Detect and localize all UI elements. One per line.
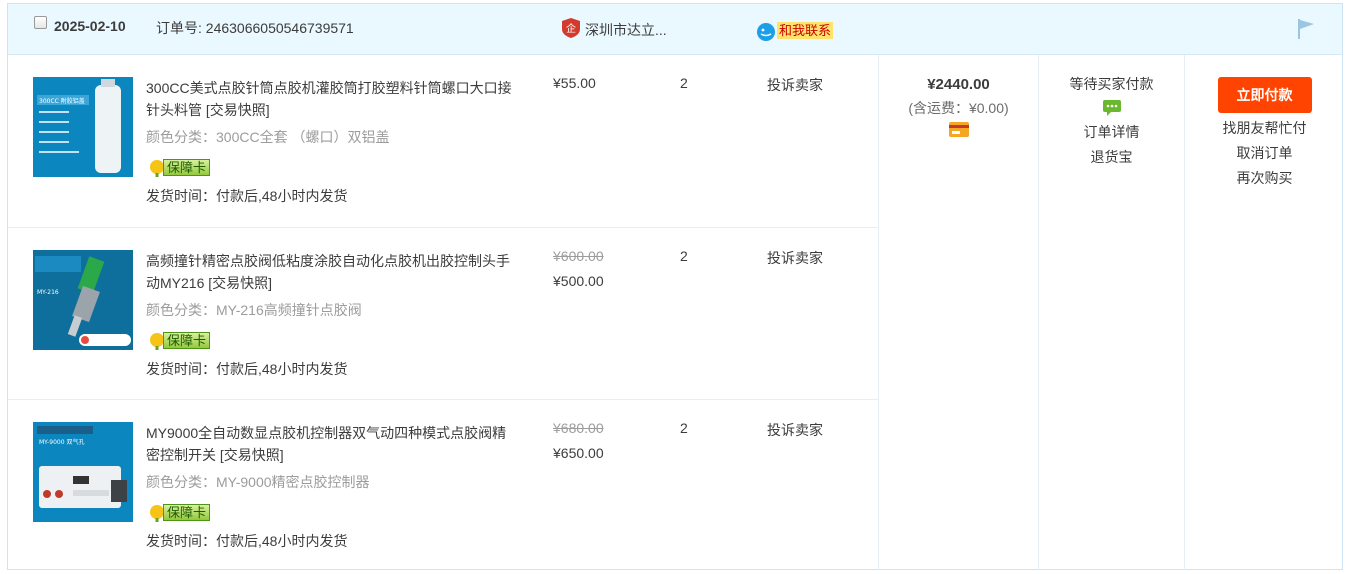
unit-price: ¥500.00 (553, 273, 604, 289)
product-title[interactable]: MY9000全自动数显点胶机控制器双气动四种模式点胶阀精密控制开关 (146, 425, 506, 463)
order-number: 订单号: 2463066050546739571 (156, 18, 354, 38)
order-date: 2025-02-10 (54, 18, 126, 34)
guarantee-badge[interactable]: 保障卡 (148, 158, 211, 177)
order-header: 2025-02-10 订单号: 2463066050546739571 企 深圳… (8, 4, 1342, 55)
product-title[interactable]: 高频撞针精密点胶阀低粘度涂胶自动化点胶机出胶控制头手动MY216 (146, 253, 510, 291)
wangwang-icon[interactable] (756, 21, 776, 41)
order-status-column: 等待买家付款 订单详情 退货宝 (1038, 55, 1184, 570)
product-image[interactable]: MY-216 (33, 250, 133, 350)
product-image[interactable]: 300CC 附胶铝盖 (33, 77, 133, 177)
product-title[interactable]: 300CC美式点胶针筒点胶机灌胶筒打胶塑料针筒螺口大口接针头料管 (146, 80, 512, 118)
ship-time: 发货时间：付款后,48小时内发货 (146, 533, 348, 549)
card-icon[interactable] (948, 122, 969, 137)
rebuy-link[interactable]: 再次购买 (1185, 166, 1344, 191)
ship-time: 发货时间：付款后,48小时内发货 (146, 361, 348, 377)
thumb-label: MY-216 (37, 289, 59, 296)
guarantee-badge[interactable]: 保障卡 (148, 331, 211, 350)
item-row: MY-9000 双气孔 MY9000全自动数显点胶机控制器双气动四种模式点胶阀精… (8, 399, 878, 571)
badge-label: 保障卡 (163, 332, 211, 349)
quantity: 2 (680, 75, 688, 91)
snapshot-link[interactable]: [交易快照] (206, 102, 270, 118)
item-row: 300CC 附胶铝盖 300CC美式点胶针筒点胶机灌胶筒打胶塑料针筒螺口大口接针… (8, 55, 878, 227)
product-image[interactable]: MY-9000 双气孔 (33, 422, 133, 522)
quantity: 2 (680, 248, 688, 264)
unit-price: ¥650.00 (553, 445, 604, 461)
product-title-link[interactable]: 300CC美式点胶针筒点胶机灌胶筒打胶塑料针筒螺口大口接针头料管 [交易快照] (146, 77, 518, 121)
item-row: MY-216 高频撞针精密点胶阀低粘度涂胶自动化点胶机出胶控制头手动MY216 … (8, 227, 878, 399)
contact-seller-button[interactable]: 和我联系 (777, 22, 834, 39)
ship-time: 发货时间：付款后,48小时内发货 (146, 188, 348, 204)
product-title-link[interactable]: MY9000全自动数显点胶机控制器双气动四种模式点胶阀精密控制开关 [交易快照] (146, 422, 518, 466)
sku-text: 颜色分类：300CC全套 （螺口）双铝盖 (146, 129, 390, 145)
sku-text: 颜色分类：MY-9000精密点胶控制器 (146, 474, 370, 490)
shop-icon: 企 (562, 18, 580, 38)
order-action-column: 立即付款 找朋友帮忙付 取消订单 再次购买 (1184, 55, 1344, 570)
quantity: 2 (680, 420, 688, 436)
order-number-label: 订单号: (156, 20, 202, 36)
badge-label: 保障卡 (163, 504, 211, 521)
badge-label: 保障卡 (163, 159, 211, 176)
message-icon[interactable] (1102, 99, 1122, 117)
sku-text: 颜色分类：MY-216高频撞针点胶阀 (146, 302, 362, 318)
complain-seller-link[interactable]: 投诉卖家 (767, 248, 823, 268)
original-price: ¥680.00 (553, 420, 604, 436)
friend-pay-link[interactable]: 找朋友帮忙付 (1185, 116, 1344, 141)
order-status: 等待买家付款 (1069, 76, 1154, 92)
complain-seller-link[interactable]: 投诉卖家 (767, 75, 823, 95)
order-number-value: 2463066050546739571 (205, 20, 354, 36)
shipping-fee: (含运费：¥0.00) (908, 100, 1009, 116)
checkbox-icon[interactable] (34, 16, 47, 29)
unit-price: ¥55.00 (553, 75, 596, 91)
order-total-column: ¥2440.00 (含运费：¥0.00) (878, 55, 1038, 570)
thumb-label: MY-9000 双气孔 (39, 438, 84, 446)
snapshot-link[interactable]: [交易快照] (208, 275, 272, 291)
complain-seller-link[interactable]: 投诉卖家 (767, 420, 823, 440)
shop-name-link[interactable]: 深圳市达立... (585, 20, 667, 40)
order-card: 2025-02-10 订单号: 2463066050546739571 企 深圳… (7, 3, 1343, 570)
cancel-order-link[interactable]: 取消订单 (1185, 141, 1344, 166)
snapshot-link[interactable]: [交易快照] (220, 447, 284, 463)
product-title-link[interactable]: 高频撞针精密点胶阀低粘度涂胶自动化点胶机出胶控制头手动MY216 [交易快照] (146, 250, 518, 294)
refund-insurance-link[interactable]: 退货宝 (1039, 145, 1184, 170)
thumb-label: 300CC 附胶铝盖 (39, 97, 85, 105)
svg-text:企: 企 (566, 22, 576, 35)
order-detail-link[interactable]: 订单详情 (1039, 120, 1184, 145)
order-total: ¥2440.00 (927, 76, 990, 93)
flag-icon[interactable] (1297, 18, 1315, 40)
original-price: ¥600.00 (553, 248, 604, 264)
guarantee-badge[interactable]: 保障卡 (148, 503, 211, 522)
pay-now-button[interactable]: 立即付款 (1217, 77, 1312, 113)
